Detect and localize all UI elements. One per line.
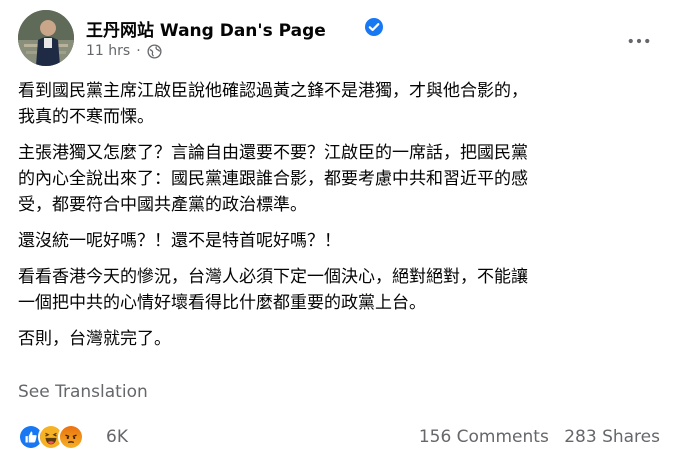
verified-badge-icon	[364, 17, 384, 37]
reactions-summary[interactable]	[18, 424, 84, 450]
post-line: 還沒統一呢好嗎？！還不是特首呢好嗎？！	[18, 231, 341, 251]
post-paragraph: 還沒統一呢好嗎？！還不是特首呢好嗎？！	[18, 228, 660, 254]
more-options-icon	[628, 30, 650, 49]
post-line: 一個把中共的心情好壞看得比什麼都重要的政黨上台。	[18, 293, 426, 313]
post-paragraph: 主張港獨又怎麼了？言論自由還要不要？江啟臣的一席話，把國民黨 的內心全說出來了：…	[18, 140, 660, 218]
globe-icon	[147, 43, 162, 59]
comments-count[interactable]: 156 Comments	[419, 427, 549, 447]
post-header: 王丹网站 Wang Dan's Page 11 hrs ·	[18, 10, 660, 66]
post-paragraph: 看看香港今天的慘況，台灣人必須下定一個決心，絕對絕對，不能讓 一個把中共的心情好…	[18, 264, 660, 316]
post-meta: 11 hrs ·	[86, 43, 162, 59]
more-options-button[interactable]	[622, 22, 656, 56]
post-timestamp[interactable]: 11 hrs	[86, 43, 130, 59]
post-line: 的內心全說出來了：國民黨連跟誰合影，都要考慮中共和習近平的感	[18, 169, 528, 189]
post-line: 我真的不寒而慄。	[18, 107, 154, 127]
engagement-counts: 156 Comments 283 Shares	[409, 427, 660, 447]
angry-reaction-icon	[58, 424, 84, 450]
post-line: 主張港獨又怎麼了？言論自由還要不要？江啟臣的一席話，把國民黨	[18, 143, 528, 163]
post-line: 否則，台灣就完了。	[18, 329, 171, 349]
meta-separator: ·	[136, 43, 141, 59]
reaction-count[interactable]: 6K	[106, 427, 128, 447]
post-paragraph: 否則，台灣就完了。	[18, 326, 660, 352]
post-paragraph: 看到國民黨主席江啟臣說他確認過黃之鋒不是港獨，才與他合影的， 我真的不寒而慄。	[18, 78, 660, 130]
post-line: 看到國民黨主席江啟臣說他確認過黃之鋒不是港獨，才與他合影的，	[18, 81, 528, 101]
post-body: 看到國民黨主席江啟臣說他確認過黃之鋒不是港獨，才與他合影的， 我真的不寒而慄。 …	[18, 78, 660, 362]
post-line: 看看香港今天的慘況，台灣人必須下定一個決心，絕對絕對，不能讓	[18, 267, 528, 287]
page-avatar[interactable]	[18, 10, 74, 66]
post-line: 受，都要符合中國共產黨的政治標準。	[18, 195, 307, 215]
see-translation-link[interactable]: See Translation	[18, 382, 148, 402]
shares-count[interactable]: 283 Shares	[564, 427, 660, 447]
page-name[interactable]: 王丹网站 Wang Dan's Page	[86, 16, 326, 41]
post-footer: 6K 156 Comments 283 Shares	[18, 422, 660, 454]
